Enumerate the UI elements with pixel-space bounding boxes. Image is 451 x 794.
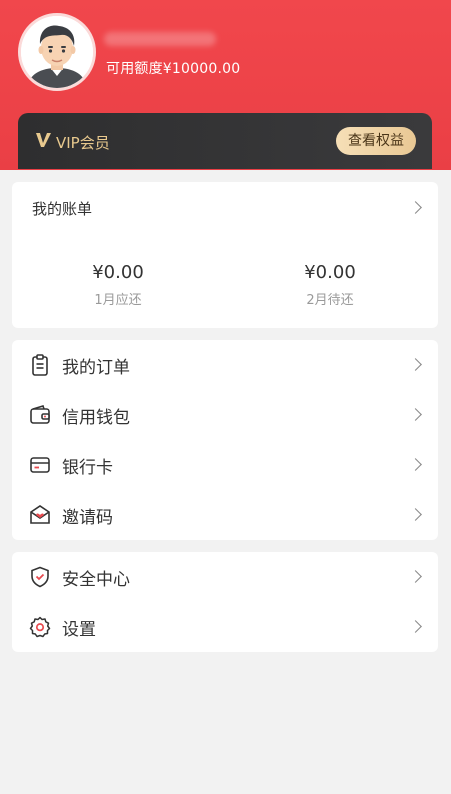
menu-item-bank-card[interactable]: 银行卡: [12, 440, 438, 490]
menu-label: 我的订单: [62, 358, 130, 378]
vip-label: VIP会员: [56, 134, 110, 152]
settings-card: 安全中心 设置: [12, 552, 438, 652]
menu-item-orders[interactable]: 我的订单: [12, 340, 438, 390]
bill-february[interactable]: ¥0.00 2月待还: [240, 262, 420, 308]
menu-card: 我的订单 信用钱包 银行卡 邀请码: [12, 340, 438, 540]
menu-item-wallet[interactable]: 信用钱包: [12, 390, 438, 440]
menu-label: 安全中心: [62, 570, 130, 590]
menu-item-invite-code[interactable]: 邀请码: [12, 490, 438, 540]
available-credit: 可用额度¥10000.00: [106, 61, 241, 77]
account-page: 可用额度¥10000.00 VIP会员 查看权益 我的账单 ¥0.00 1月应还…: [0, 0, 451, 794]
username-redacted: [104, 32, 216, 46]
view-benefits-button[interactable]: 查看权益: [336, 127, 416, 155]
chevron-right-icon: [409, 508, 422, 521]
bill-label: 1月应还: [94, 293, 142, 308]
wallet-icon: [30, 405, 50, 424]
bill-title: 我的账单: [32, 200, 93, 218]
my-bill-row[interactable]: 我的账单: [12, 182, 438, 232]
menu-label: 信用钱包: [62, 408, 130, 428]
clipboard-icon: [32, 354, 48, 376]
menu-label: 银行卡: [62, 458, 113, 478]
chevron-right-icon: [409, 358, 422, 371]
vip-banner[interactable]: VIP会员 查看权益: [18, 113, 432, 169]
chevron-right-icon: [409, 458, 422, 471]
menu-label: 邀请码: [62, 508, 113, 528]
bill-label: 2月待还: [306, 293, 354, 308]
vip-v-icon: [36, 133, 51, 147]
menu-label: 设置: [62, 620, 96, 640]
menu-item-settings[interactable]: 设置: [12, 602, 438, 652]
chevron-right-icon: [409, 201, 422, 214]
bill-amount: ¥0.00: [92, 262, 144, 283]
gear-icon: [29, 616, 51, 638]
chevron-right-icon: [409, 570, 422, 583]
envelope-heart-icon: [30, 505, 50, 524]
bill-january[interactable]: ¥0.00 1月应还: [28, 262, 208, 308]
avatar[interactable]: [18, 13, 96, 91]
chevron-right-icon: [409, 408, 422, 421]
avatar-face-icon: [21, 16, 93, 88]
menu-item-security-center[interactable]: 安全中心: [12, 552, 438, 602]
bill-card: 我的账单 ¥0.00 1月应还 ¥0.00 2月待还: [12, 182, 438, 328]
bank-card-icon: [30, 457, 50, 473]
chevron-right-icon: [409, 620, 422, 633]
bill-amount: ¥0.00: [304, 262, 356, 283]
shield-check-icon: [31, 566, 49, 588]
